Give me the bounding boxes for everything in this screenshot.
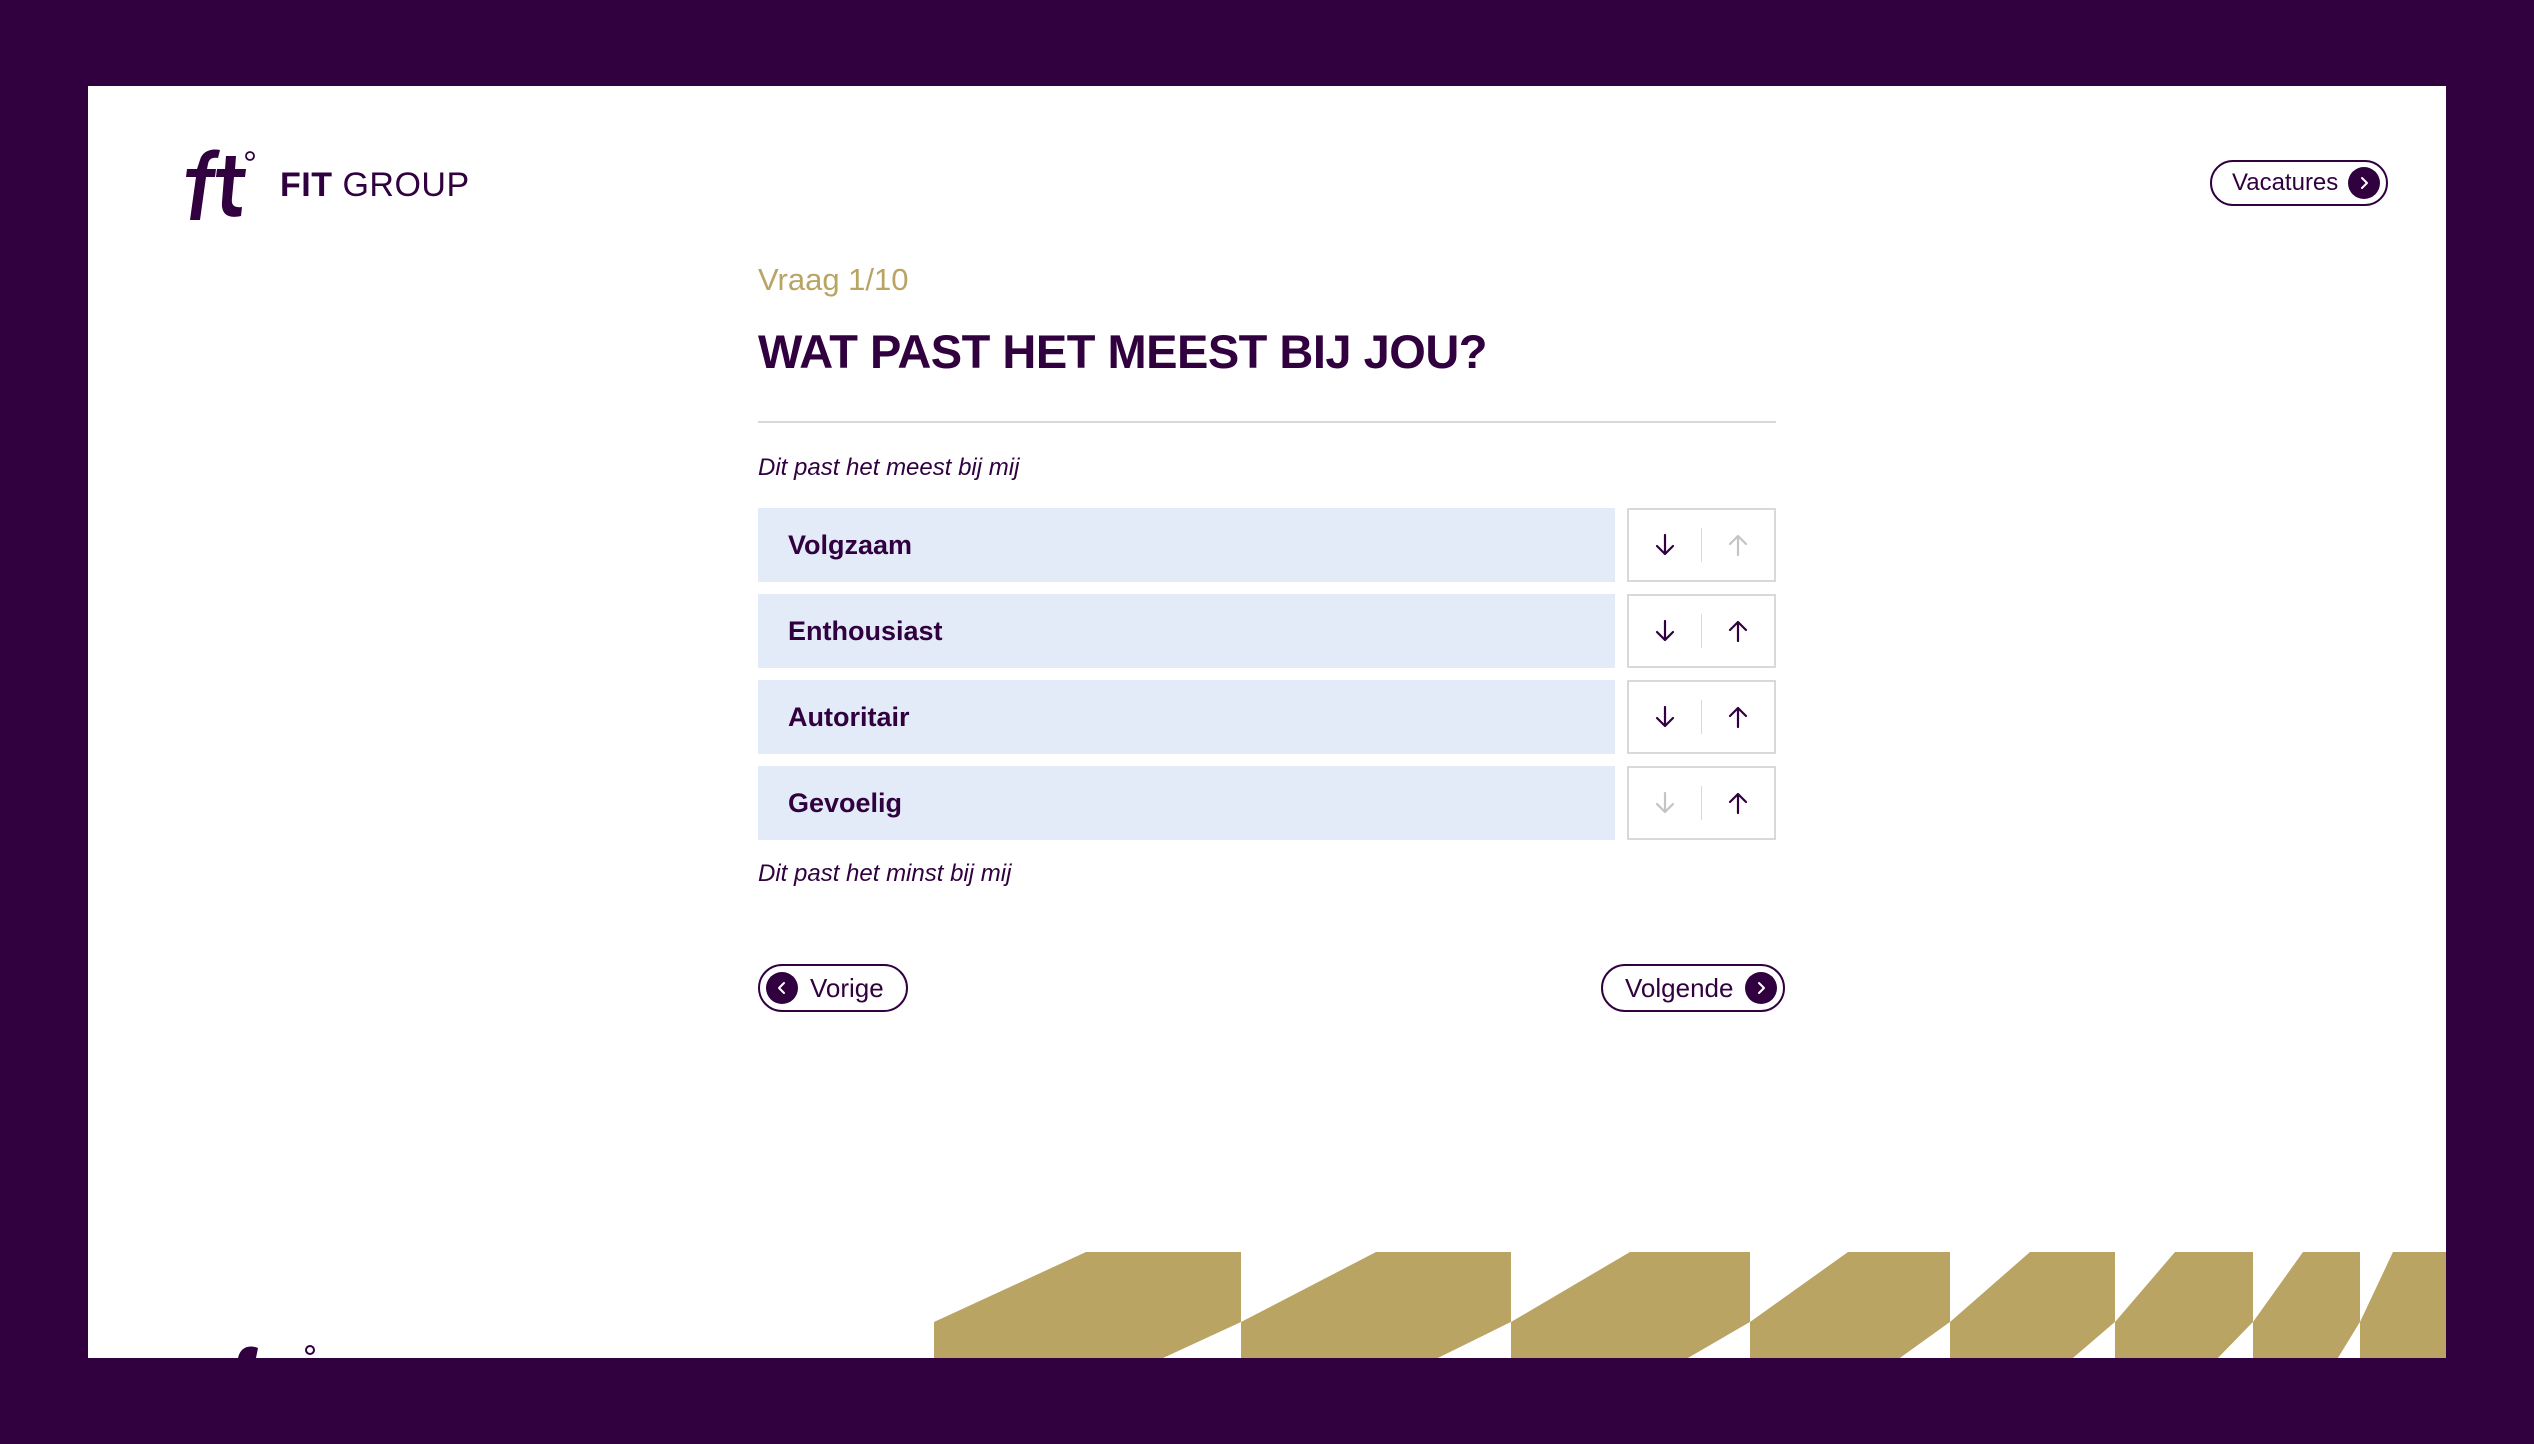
arrow-down-icon [1656,791,1675,814]
chevron-right-icon [2348,167,2381,199]
brand-name: FIT GROUP [280,166,470,205]
chevron-left-icon [766,972,798,1004]
previous-button[interactable]: Vorige [758,964,908,1012]
move-down-button[interactable] [1629,510,1702,580]
next-label: Volgende [1625,972,1734,1003]
hint-least: Dit past het minst bij mij [758,860,1012,887]
vacatures-button[interactable]: Vacatures [2210,160,2389,206]
ft-logo-icon [186,149,255,220]
question-counter: Vraag 1/10 [758,262,909,297]
brand-name-bold: FIT [280,165,333,204]
move-up-button[interactable] [1702,682,1775,752]
move-up-button[interactable] [1702,768,1775,838]
ranking-list: Volgzaam Enthousiast Autoritair Gevoelig [758,508,1776,852]
ranking-controls [1627,766,1776,840]
ranking-item-label: Enthousiast [758,594,1615,668]
ranking-item-label: Autoritair [758,680,1615,754]
arrow-up-icon [1728,620,1747,643]
main-card: FIT GROUP Vacatures Vraag 1/10 WAT PAST … [88,86,2446,1358]
brand-logo[interactable]: FIT GROUP [184,148,470,222]
next-button[interactable]: Volgende [1601,964,1786,1012]
move-up-button[interactable] [1702,510,1775,580]
arrow-up-icon [1728,792,1747,815]
previous-label: Vorige [810,972,884,1003]
ranking-item-label: Volgzaam [758,508,1615,582]
arrow-down-icon [1656,533,1675,556]
ranking-item[interactable]: Enthousiast [758,594,1776,668]
arrow-up-icon [1728,706,1747,729]
divider [758,421,1776,423]
ranking-item-label: Gevoelig [758,766,1615,840]
chevron-right-icon [1745,972,1778,1004]
move-down-button[interactable] [1629,768,1702,838]
ranking-controls [1627,594,1776,668]
move-up-button[interactable] [1702,596,1775,666]
ranking-item[interactable]: Gevoelig [758,766,1776,840]
move-down-button[interactable] [1629,596,1702,666]
ranking-item[interactable]: Autoritair [758,680,1776,754]
arrow-up-icon [1728,534,1747,557]
hint-most: Dit past het meest bij mij [758,454,1020,481]
ranking-controls [1627,508,1776,582]
ranking-controls [1627,680,1776,754]
ranking-item[interactable]: Volgzaam [758,508,1776,582]
brand-name-light: GROUP [342,165,470,204]
move-down-button[interactable] [1629,682,1702,752]
vacatures-label: Vacatures [2232,169,2339,196]
arrow-down-icon [1656,619,1675,642]
arrow-down-icon [1656,705,1675,728]
question-title: WAT PAST HET MEEST BIJ JOU? [758,325,1487,378]
